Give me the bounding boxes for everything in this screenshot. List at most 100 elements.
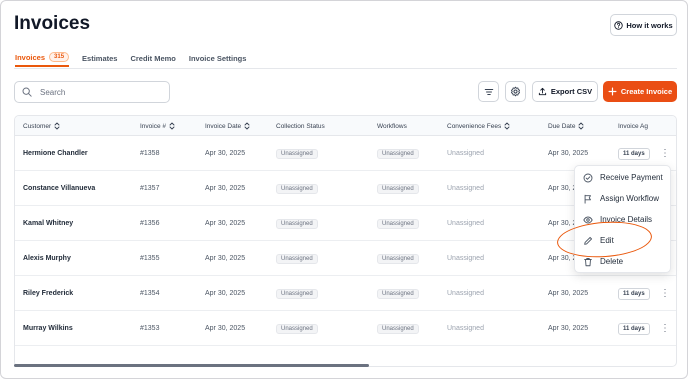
filter-icon (484, 87, 494, 97)
sort-icon (54, 122, 60, 130)
tab-estimates[interactable]: Estimates (82, 49, 117, 67)
flag-icon (583, 194, 593, 204)
column-label: Customer (23, 122, 52, 130)
column-header-invoice-age: Invoice Ag (618, 116, 648, 136)
sort-icon (504, 122, 510, 130)
tab-credit-memo-label: Credit Memo (130, 53, 176, 63)
customer-name[interactable]: Murray Wilkins (23, 311, 73, 346)
row-actions-kebab-icon[interactable]: ⋮ (660, 276, 670, 311)
invoice-number[interactable]: #1356 (140, 206, 159, 241)
convenience-fees: Unassigned (447, 255, 484, 262)
export-csv-label: Export CSV (550, 87, 593, 96)
customer-name[interactable]: Alexis Murphy (23, 241, 71, 276)
tab-invoices-label: Invoices (15, 52, 46, 62)
column-header-customer[interactable]: Customer (23, 116, 60, 136)
column-label: Invoice Ag (618, 122, 648, 130)
customer-name[interactable]: Kamal Whitney (23, 206, 73, 241)
how-it-works-label: How it works (626, 20, 673, 30)
invoice-number[interactable]: #1357 (140, 171, 159, 206)
workflow-badge: Unassigned (377, 183, 419, 194)
menu-item-label: Receive Payment (600, 173, 663, 182)
invoice-date: Apr 30, 2025 (205, 185, 246, 192)
column-label: Invoice # (140, 122, 167, 130)
tabs-divider (14, 68, 677, 69)
tab-bar: Invoices 315 Estimates Credit Memo Invoi… (15, 49, 246, 69)
table-header: Customer Invoice # Invoice Date Collecti… (15, 116, 676, 136)
invoice-date: Apr 30, 2025 (205, 255, 246, 262)
check-circle-icon (583, 173, 593, 183)
column-header-workflows: Workflows (377, 116, 407, 136)
invoice-number[interactable]: #1353 (140, 311, 159, 346)
workflow-badge: Unassigned (377, 218, 419, 229)
workflow-badge: Unassigned (377, 148, 419, 159)
filter-button[interactable] (478, 81, 499, 102)
export-csv-button[interactable]: Export CSV (532, 81, 598, 102)
create-invoice-label: Create Invoice (620, 87, 673, 96)
invoice-date: Apr 30, 2025 (205, 290, 246, 297)
invoice-age-badge: 11 days (618, 147, 650, 160)
column-header-convenience-fees[interactable]: Convenience Fees (447, 116, 510, 136)
search-input[interactable] (40, 87, 150, 97)
convenience-fees: Unassigned (447, 185, 484, 192)
convenience-fees: Unassigned (447, 325, 484, 332)
convenience-fees: Unassigned (447, 150, 484, 157)
table-row[interactable]: Riley Frederick #1354 Apr 30, 2025 Unass… (15, 276, 676, 311)
convenience-fees: Unassigned (447, 290, 484, 297)
customer-name[interactable]: Constance Villanueva (23, 171, 95, 206)
menu-item-label: Delete (600, 257, 624, 266)
sort-icon (169, 122, 175, 130)
menu-item-label: Assign Workflow (600, 194, 659, 203)
due-date: Apr 30, 2025 (548, 290, 589, 297)
trash-icon (583, 257, 593, 267)
column-label: Convenience Fees (447, 122, 502, 130)
tab-invoices[interactable]: Invoices 315 (15, 49, 70, 67)
app-window: Invoices How it works Invoices 315 Estim… (0, 0, 688, 379)
collection-status-badge: Unassigned (276, 288, 318, 299)
plus-icon (608, 87, 617, 96)
settings-button[interactable] (505, 81, 526, 102)
column-header-invoice-number[interactable]: Invoice # (140, 116, 175, 136)
invoice-number[interactable]: #1358 (140, 136, 159, 171)
row-actions-kebab-icon[interactable]: ⋮ (660, 311, 670, 346)
horizontal-scrollbar[interactable] (14, 364, 369, 367)
table-row[interactable]: Murray Wilkins #1353 Apr 30, 2025 Unassi… (15, 311, 676, 346)
column-header-due-date[interactable]: Due Date (548, 116, 584, 136)
search-icon (22, 87, 32, 97)
page-title: Invoices (14, 13, 91, 34)
how-it-works-button[interactable]: How it works (610, 14, 677, 36)
tab-invoice-settings[interactable]: Invoice Settings (189, 49, 247, 67)
menu-item-assign-workflow[interactable]: Assign Workflow (575, 188, 672, 209)
customer-name[interactable]: Riley Frederick (23, 276, 73, 311)
invoice-age-badge: 11 days (618, 287, 650, 300)
workflow-badge: Unassigned (377, 323, 419, 334)
create-invoice-button[interactable]: Create Invoice (603, 81, 677, 102)
upload-icon (538, 87, 547, 96)
collection-status-badge: Unassigned (276, 253, 318, 264)
invoice-date: Apr 30, 2025 (205, 325, 246, 332)
sort-icon (244, 122, 250, 130)
workflow-badge: Unassigned (377, 288, 419, 299)
column-label: Invoice Date (205, 122, 242, 130)
help-circle-icon (614, 20, 624, 30)
convenience-fees: Unassigned (447, 220, 484, 227)
invoice-date: Apr 30, 2025 (205, 150, 246, 157)
column-label: Collection Status (276, 122, 325, 130)
due-date: Apr 30, 2025 (548, 325, 589, 332)
collection-status-badge: Unassigned (276, 218, 318, 229)
collection-status-badge: Unassigned (276, 323, 318, 334)
invoice-date: Apr 30, 2025 (205, 220, 246, 227)
tab-invoice-settings-label: Invoice Settings (188, 53, 247, 63)
column-label: Workflows (377, 122, 407, 130)
menu-item-receive-payment[interactable]: Receive Payment (575, 167, 672, 188)
column-header-invoice-date[interactable]: Invoice Date (205, 116, 250, 136)
gear-icon (510, 86, 521, 97)
invoice-number[interactable]: #1355 (140, 241, 159, 276)
invoice-count-badge: 315 (49, 52, 70, 62)
invoice-age-badge: 11 days (618, 322, 650, 335)
workflow-badge: Unassigned (377, 253, 419, 264)
customer-name[interactable]: Hermione Chandler (23, 136, 88, 171)
tab-credit-memo[interactable]: Credit Memo (130, 49, 175, 67)
invoice-number[interactable]: #1354 (140, 276, 159, 311)
search-box[interactable] (14, 81, 170, 103)
collection-status-badge: Unassigned (276, 148, 318, 159)
